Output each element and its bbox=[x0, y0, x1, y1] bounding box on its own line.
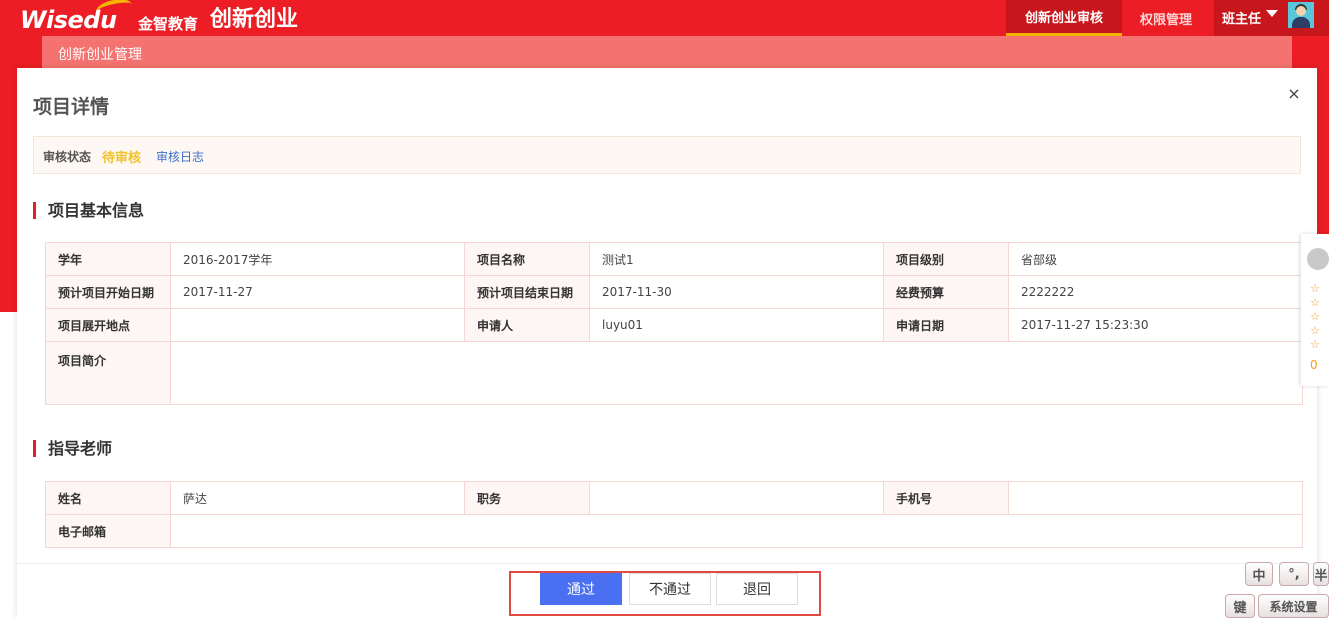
field-label: 申请日期 bbox=[883, 308, 1009, 342]
avatar-body bbox=[1292, 17, 1310, 28]
table-row: 姓名 萨达 职务 手机号 bbox=[45, 481, 1303, 515]
rating-stars[interactable]: ☆ ☆ ☆ ☆ ☆ bbox=[1308, 282, 1322, 352]
field-value: 2017-11-27 15:23:30 bbox=[1008, 308, 1303, 342]
field-value: 省部级 bbox=[1008, 242, 1303, 276]
dialog-title: 项目详情 bbox=[33, 96, 110, 118]
user-role-label: 班主任 bbox=[1222, 12, 1262, 27]
field-label: 项目级别 bbox=[883, 242, 1009, 276]
field-label-summary: 项目简介 bbox=[45, 341, 171, 405]
caret-down-icon[interactable] bbox=[1266, 10, 1278, 17]
field-value: 2016-2017学年 bbox=[170, 242, 465, 276]
basic-info-table: 学年 2016-2017学年 项目名称 测试1 项目级别 省部级 预计项目开始日… bbox=[45, 242, 1303, 405]
avatar-head bbox=[1296, 6, 1306, 16]
field-value bbox=[1008, 481, 1303, 515]
project-detail-dialog: 项目详情 × 审核状态 待审核 审核日志 项目基本信息 学年 2016-2017… bbox=[17, 68, 1317, 618]
star-icon[interactable]: ☆ bbox=[1308, 296, 1322, 310]
approve-button[interactable]: 通过 bbox=[540, 573, 622, 605]
field-label: 预计项目结束日期 bbox=[464, 275, 590, 309]
table-row: 预计项目开始日期 2017-11-27 预计项目结束日期 2017-11-30 … bbox=[45, 275, 1303, 309]
field-value: luyu01 bbox=[589, 308, 884, 342]
field-label-email: 电子邮箱 bbox=[45, 514, 171, 548]
field-value bbox=[589, 481, 884, 515]
field-value-email bbox=[170, 514, 1303, 548]
return-button[interactable]: 退回 bbox=[716, 573, 798, 605]
table-row: 项目展开地点 申请人 luyu01 申请日期 2017-11-27 15:23:… bbox=[45, 308, 1303, 342]
field-value: 2222222 bbox=[1008, 275, 1303, 309]
field-value: 2017-11-27 bbox=[170, 275, 465, 309]
user-avatar[interactable] bbox=[1288, 2, 1314, 28]
ime-keyboard-button[interactable]: 键 bbox=[1225, 594, 1255, 618]
rating-count: 0 bbox=[1310, 358, 1318, 372]
user-menu[interactable]: 班主任 bbox=[1214, 0, 1329, 36]
dialog-footer: 通过 不通过 退回 bbox=[17, 563, 1317, 618]
advisor-table: 姓名 萨达 职务 手机号 电子邮箱 bbox=[45, 481, 1303, 548]
audit-status-bar: 审核状态 待审核 审核日志 bbox=[33, 136, 1301, 174]
close-icon[interactable]: × bbox=[1287, 84, 1301, 103]
field-label: 申请人 bbox=[464, 308, 590, 342]
field-value bbox=[170, 308, 465, 342]
field-label: 学年 bbox=[45, 242, 171, 276]
table-row: 电子邮箱 bbox=[45, 514, 1303, 548]
audit-status-value: 待审核 bbox=[102, 151, 142, 166]
ime-punctuation-button[interactable]: °, bbox=[1279, 562, 1309, 586]
sub-navigation-title: 创新创业管理 bbox=[58, 47, 142, 63]
nav-tab-innovation-audit[interactable]: 创新创业审核 bbox=[1006, 0, 1122, 36]
nav-tab-permission-management[interactable]: 权限管理 bbox=[1122, 0, 1210, 36]
field-value: 萨达 bbox=[170, 481, 465, 515]
star-icon[interactable]: ☆ bbox=[1308, 338, 1322, 352]
audit-log-link[interactable]: 审核日志 bbox=[156, 148, 204, 165]
rating-avatar-icon bbox=[1307, 248, 1329, 270]
field-label: 项目名称 bbox=[464, 242, 590, 276]
section-title-advisor: 指导老师 bbox=[33, 440, 112, 457]
field-label: 姓名 bbox=[45, 481, 171, 515]
ime-half-width-button[interactable]: 半 bbox=[1313, 562, 1329, 586]
table-row: 项目简介 bbox=[45, 341, 1303, 405]
field-value-summary bbox=[170, 341, 1303, 405]
field-label: 预计项目开始日期 bbox=[45, 275, 171, 309]
star-icon[interactable]: ☆ bbox=[1308, 282, 1322, 296]
rating-widget[interactable]: ☆ ☆ ☆ ☆ ☆ 0 bbox=[1301, 234, 1329, 386]
app-title: 创新创业 bbox=[210, 7, 299, 32]
sub-navigation-bar: 创新创业管理 bbox=[42, 36, 1292, 68]
reject-button[interactable]: 不通过 bbox=[629, 573, 711, 605]
field-label: 项目展开地点 bbox=[45, 308, 171, 342]
table-row: 学年 2016-2017学年 项目名称 测试1 项目级别 省部级 bbox=[45, 242, 1303, 276]
field-value: 2017-11-30 bbox=[589, 275, 884, 309]
logo-text-cn: 金智教育 bbox=[138, 15, 199, 33]
star-icon[interactable]: ☆ bbox=[1308, 324, 1322, 338]
ime-chinese-mode-button[interactable]: 中 bbox=[1245, 562, 1273, 586]
ime-system-settings-button[interactable]: 系统设置 bbox=[1258, 594, 1329, 618]
field-value: 测试1 bbox=[589, 242, 884, 276]
audit-status-label: 审核状态 bbox=[43, 150, 92, 164]
star-icon[interactable]: ☆ bbox=[1308, 310, 1322, 324]
field-label: 手机号 bbox=[883, 481, 1009, 515]
field-label: 职务 bbox=[464, 481, 590, 515]
section-title-basic-info: 项目基本信息 bbox=[33, 202, 144, 219]
field-label: 经费预算 bbox=[883, 275, 1009, 309]
